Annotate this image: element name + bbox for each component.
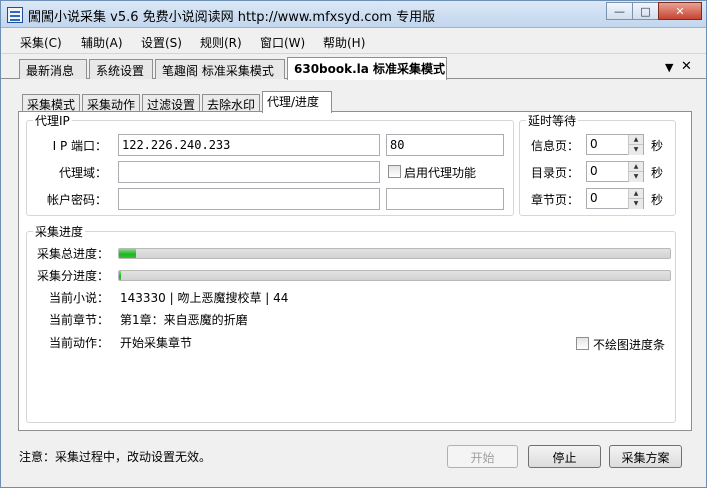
index-page-delay-value: 0 — [590, 164, 598, 178]
index-page-delay-spinner[interactable]: 0 ▲ ▼ — [586, 161, 644, 182]
menu-bar: 采集(C) 辅助(A) 设置(S) 规则(R) 窗口(W) 帮助(H) — [1, 28, 706, 54]
proxy-domain-label: 代理域： — [58, 166, 107, 180]
spin-up-icon[interactable]: ▲ — [628, 189, 643, 199]
info-page-delay-unit: 秒 — [651, 139, 664, 153]
current-chapter-label: 当前章节： — [49, 313, 110, 327]
title-bar[interactable]: 闖闖小说采集 v5.6 免费小说阅读网 http://www.mfxsyd.co… — [1, 1, 706, 28]
proxy-port-input[interactable]: 80 — [386, 134, 504, 156]
chapter-page-delay-value: 0 — [590, 191, 598, 205]
no-draw-progress-checkbox[interactable] — [576, 337, 589, 350]
current-action-label: 当前动作： — [49, 336, 110, 350]
menu-assist[interactable]: 辅助(A) — [81, 34, 123, 51]
total-progress-bar — [118, 248, 671, 259]
doc-tab-630book[interactable]: 630book.la 标准采集模式 — [287, 57, 447, 80]
doc-tab-news[interactable]: 最新消息 — [19, 59, 87, 79]
chapter-page-delay-label: 章节页： — [530, 193, 579, 207]
chapter-page-delay-spinner[interactable]: 0 ▲ ▼ — [586, 188, 644, 209]
index-page-delay-label: 目录页： — [530, 166, 579, 180]
minimize-button[interactable]: — — [606, 2, 633, 20]
total-progress-label: 采集总进度： — [37, 247, 110, 261]
enable-proxy-label: 启用代理功能 — [404, 166, 477, 180]
proxy-group-legend: 代理IP — [35, 114, 70, 128]
status-note: 注意：采集过程中，改动设置无效。 — [19, 450, 212, 464]
delay-group-legend: 延时等待 — [528, 114, 577, 128]
no-draw-progress-label: 不绘图进度条 — [593, 338, 666, 352]
menu-collect[interactable]: 采集(C) — [20, 34, 62, 51]
sub-progress-fill — [119, 271, 121, 280]
close-tab-icon[interactable]: ✕ — [681, 59, 692, 74]
total-progress-fill — [119, 249, 136, 258]
progress-group-legend: 采集进度 — [35, 225, 84, 239]
spin-up-icon[interactable]: ▲ — [628, 162, 643, 172]
proxy-progress-panel: 代理IP I P 端口： 122.226.240.233 80 代理域： 启用代… — [18, 111, 692, 431]
collect-plan-button[interactable]: 采集方案 — [609, 445, 682, 468]
sub-progress-bar — [118, 270, 671, 281]
tab-collect-mode[interactable]: 采集模式 — [22, 94, 80, 112]
tab-proxy-progress[interactable]: 代理/进度 — [262, 91, 332, 113]
window-title: 闖闖小说采集 v5.6 免费小说阅读网 http://www.mfxsyd.co… — [28, 10, 436, 25]
document-tabs: 最新消息 系统设置 笔趣阁 标准采集模式 630book.la 标准采集模式 ▼… — [1, 54, 706, 80]
maximize-button[interactable]: □ — [632, 2, 659, 20]
doc-tab-system-settings[interactable]: 系统设置 — [89, 59, 153, 79]
info-page-delay-label: 信息页： — [530, 139, 579, 153]
main-content: 采集模式 采集动作 过滤设置 去除水印 代理/进度 代理IP I P 端口： 1… — [15, 91, 693, 431]
spin-down-icon[interactable]: ▼ — [628, 145, 643, 155]
proxy-password-input[interactable] — [386, 188, 504, 210]
index-page-delay-unit: 秒 — [651, 166, 664, 180]
proxy-ip-input[interactable]: 122.226.240.233 — [118, 134, 380, 156]
tab-filter-settings[interactable]: 过滤设置 — [142, 94, 200, 112]
menu-rules[interactable]: 规则(R) — [200, 34, 242, 51]
enable-proxy-checkbox[interactable] — [388, 165, 401, 178]
current-action-value: 开始采集章节 — [120, 336, 193, 350]
doc-tab-biquge[interactable]: 笔趣阁 标准采集模式 — [155, 59, 285, 79]
current-chapter-value: 第1章：来自恶魔的折磨 — [120, 313, 248, 327]
app-icon — [7, 7, 23, 23]
spin-down-icon[interactable]: ▼ — [628, 199, 643, 209]
current-novel-value: 143330 | 吻上恶魔搜校草 | 44 — [120, 291, 289, 305]
sub-progress-label: 采集分进度： — [37, 269, 110, 283]
close-button[interactable]: ✕ — [658, 2, 702, 20]
tab-remove-watermark[interactable]: 去除水印 — [202, 94, 260, 112]
tab-collect-action[interactable]: 采集动作 — [82, 94, 140, 112]
proxy-domain-input[interactable] — [118, 161, 380, 183]
current-novel-label: 当前小说： — [49, 291, 110, 305]
stop-button[interactable]: 停止 — [528, 445, 601, 468]
info-page-delay-value: 0 — [590, 137, 598, 151]
spin-up-icon[interactable]: ▲ — [628, 135, 643, 145]
info-page-delay-spinner[interactable]: 0 ▲ ▼ — [586, 134, 644, 155]
menu-settings[interactable]: 设置(S) — [141, 34, 182, 51]
chapter-page-delay-unit: 秒 — [651, 193, 664, 207]
account-password-label: 帐户密码： — [46, 193, 107, 207]
ip-port-label: I P 端口： — [52, 139, 107, 153]
window-controls: — □ ✕ — [606, 2, 702, 20]
start-button[interactable]: 开始 — [447, 445, 518, 468]
menu-help[interactable]: 帮助(H) — [323, 34, 365, 51]
proxy-account-input[interactable] — [118, 188, 380, 210]
menu-window[interactable]: 窗口(W) — [260, 34, 305, 51]
spin-down-icon[interactable]: ▼ — [628, 172, 643, 182]
app-window: 闖闖小说采集 v5.6 免费小说阅读网 http://www.mfxsyd.co… — [0, 0, 707, 488]
tab-list-dropdown-icon[interactable]: ▼ — [665, 61, 673, 74]
